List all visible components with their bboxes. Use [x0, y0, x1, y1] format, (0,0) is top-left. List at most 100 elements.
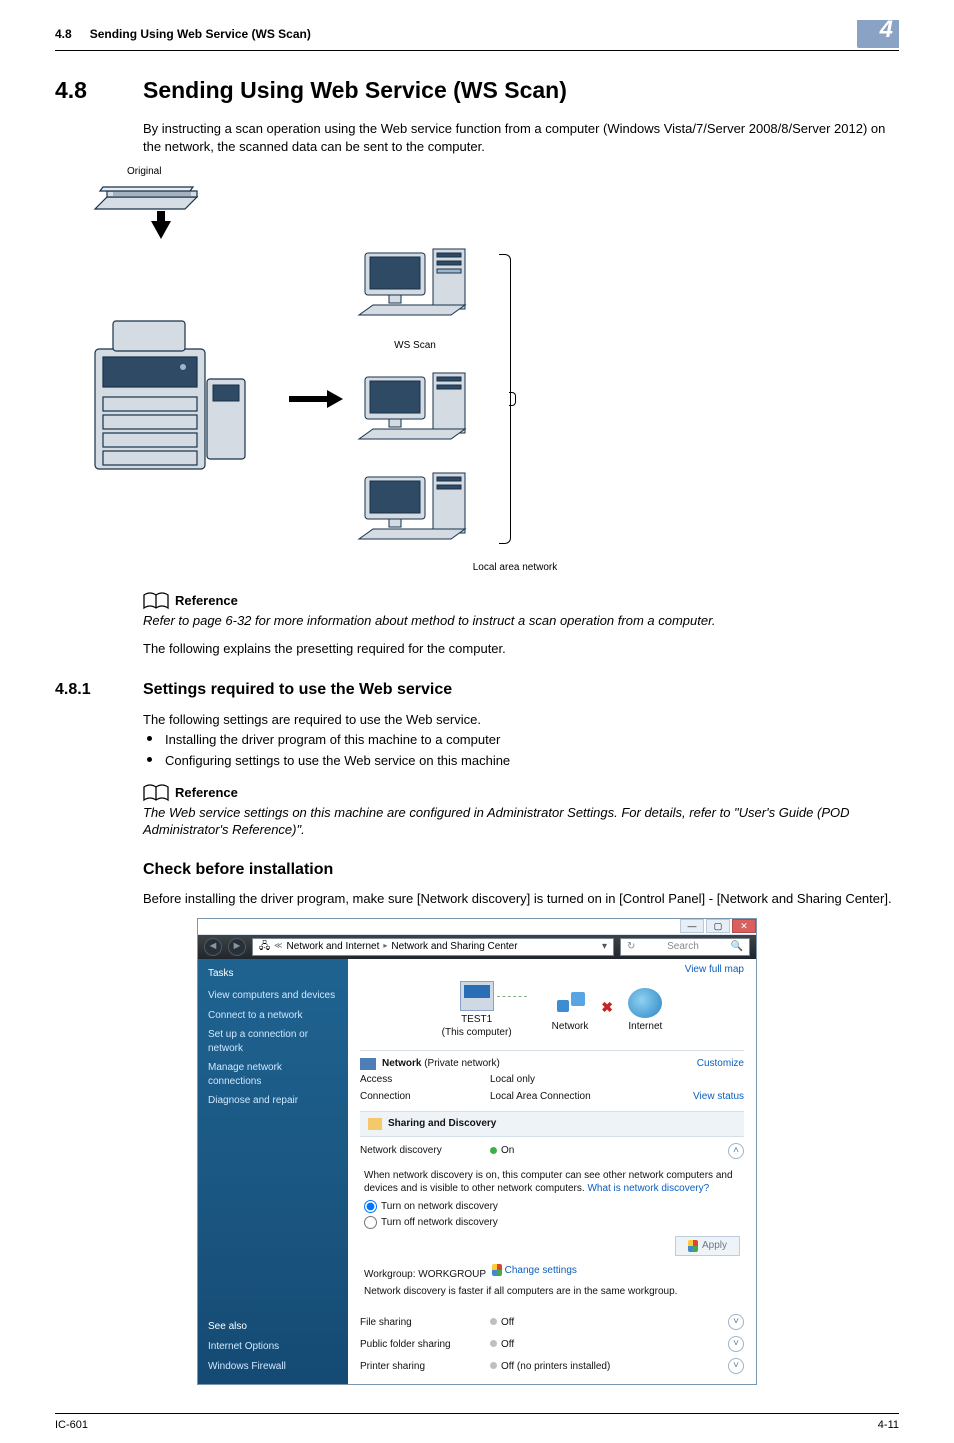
curly-brace-icon — [499, 254, 511, 544]
section-number: 4.8 — [55, 75, 143, 106]
row-value: Off (no printers installed) — [501, 1361, 610, 1372]
search-input[interactable]: ↻ Search 🔍 — [620, 938, 750, 956]
workgroup-text: Workgroup: WORKGROUP — [364, 1268, 486, 1279]
network-discovery-row: Network discovery On ˄ — [360, 1143, 744, 1159]
breadcrumb[interactable]: 🖧 ≪ Network and Internet ▸ Network and S… — [252, 938, 614, 956]
nav-forward-button[interactable]: ► — [228, 938, 246, 956]
internet-icon — [628, 988, 662, 1018]
sidebar-link[interactable]: Connect to a network — [208, 1009, 338, 1023]
footer-right: 4-11 — [878, 1418, 899, 1433]
see-also-heading: See also — [208, 1320, 338, 1334]
change-settings-link[interactable]: Change settings — [492, 1264, 577, 1278]
reference-label: Reference — [175, 592, 238, 610]
chapter-tab: 4 — [857, 20, 899, 48]
radio-on-input[interactable] — [364, 1200, 377, 1213]
connection-value: Local Area Connection — [490, 1090, 591, 1104]
sidebar-link[interactable]: Internet Options — [208, 1340, 338, 1354]
reference-followup: The following explains the presetting re… — [143, 640, 899, 658]
row-value: Off — [501, 1317, 514, 1328]
maximize-button[interactable]: ▢ — [706, 919, 730, 933]
sidebar-link[interactable]: Manage network connections — [208, 1061, 338, 1088]
divider — [360, 1050, 744, 1051]
shield-icon — [688, 1240, 698, 1252]
discovery-key: Network discovery — [360, 1144, 490, 1158]
network-sharing-center-window: ― ▢ ✕ ◄ ► 🖧 ≪ Network and Internet ▸ Net… — [197, 918, 757, 1386]
internet-label: Internet — [628, 1020, 662, 1034]
network-heading-row: Network (Private network) Customize — [360, 1057, 744, 1071]
open-book-icon — [143, 592, 169, 610]
tasks-heading: Tasks — [208, 967, 338, 981]
row-value: Off — [501, 1339, 514, 1350]
sidebar-link[interactable]: View computers and devices — [208, 989, 338, 1003]
radio-turn-on[interactable]: Turn on network discovery — [364, 1200, 740, 1214]
what-is-discovery-link[interactable]: What is network discovery? — [587, 1183, 709, 1194]
chevron-right-icon: ≪ — [274, 941, 282, 952]
workflow-diagram: Original — [85, 165, 899, 574]
status-off-icon — [490, 1340, 497, 1347]
radio-off-label: Turn off network discovery — [381, 1218, 498, 1229]
network-label: Network — [552, 1020, 589, 1034]
open-book-icon — [143, 784, 169, 802]
subsection-lead: The following settings are required to u… — [143, 711, 899, 729]
printer-sharing-row: Printer sharing Off (no printers install… — [360, 1358, 744, 1374]
sharing-discovery-panel: Sharing and Discovery — [360, 1111, 744, 1137]
arrow-right-icon — [327, 390, 343, 408]
view-full-map-link[interactable]: View full map — [685, 963, 744, 977]
local-area-label: Local area network — [435, 561, 595, 575]
radio-on-label: Turn on network discovery — [381, 1201, 498, 1212]
ws-scan-label: WS Scan — [355, 339, 475, 353]
expand-button[interactable]: ˅ — [728, 1358, 744, 1374]
reference-heading: Reference — [143, 784, 899, 802]
reference-heading: Reference — [143, 592, 899, 610]
view-status-link[interactable]: View status — [693, 1090, 744, 1104]
minimize-button[interactable]: ― — [680, 919, 704, 933]
network-small-icon — [360, 1058, 376, 1070]
check-paragraph: Before installing the driver program, ma… — [143, 890, 899, 908]
section-title-text: Sending Using Web Service (WS Scan) — [143, 77, 567, 103]
discovery-description: When network discovery is on, this compu… — [360, 1165, 744, 1309]
page-footer: IC-601 4-11 — [55, 1413, 899, 1433]
apply-button[interactable]: Apply — [675, 1236, 740, 1256]
computer-icon — [355, 245, 475, 329]
original-label: Original — [127, 165, 899, 179]
discovery-status: On — [501, 1145, 514, 1156]
network-map: TEST1 (This computer) ✖ Network Internet — [360, 981, 744, 1040]
radio-off-input[interactable] — [364, 1216, 377, 1229]
header-section-number: 4.8 — [55, 26, 72, 42]
close-button[interactable]: ✕ — [732, 919, 756, 933]
bullet-list: Installing the driver program of this ma… — [143, 731, 899, 769]
workgroup-line: Workgroup: WORKGROUP Change settings — [364, 1264, 740, 1281]
panel-title: Sharing and Discovery — [388, 1117, 496, 1131]
search-icon: 🔍 — [731, 940, 743, 954]
dropdown-arrow-icon[interactable]: ▾ — [602, 940, 607, 954]
customize-link[interactable]: Customize — [697, 1057, 744, 1071]
computer-sublabel: (This computer) — [442, 1026, 512, 1040]
reference-label: Reference — [175, 784, 238, 802]
status-on-icon — [490, 1147, 497, 1154]
computer-icon — [355, 469, 475, 553]
computer-name: TEST1 — [442, 1013, 512, 1027]
nav-icon: 🖧 — [259, 940, 270, 954]
collapse-button[interactable]: ˄ — [728, 1143, 744, 1159]
sidebar-link[interactable]: Set up a connection or network — [208, 1028, 338, 1055]
breadcrumb-segment[interactable]: Network and Sharing Center — [391, 940, 517, 954]
reference-text: The Web service settings on this machine… — [143, 804, 899, 839]
navigation-bar: ◄ ► 🖧 ≪ Network and Internet ▸ Network a… — [198, 935, 756, 959]
sidebar-link[interactable]: Diagnose and repair — [208, 1094, 338, 1108]
computer-stack: WS Scan — [355, 245, 475, 553]
access-value: Local only — [490, 1073, 535, 1087]
refresh-icon[interactable]: ↻ — [627, 940, 635, 954]
radio-turn-off[interactable]: Turn off network discovery — [364, 1216, 740, 1230]
subsection-number: 4.8.1 — [55, 679, 143, 701]
tasks-sidebar: Tasks View computers and devices Connect… — [198, 959, 348, 1385]
this-computer-icon — [460, 981, 494, 1011]
breadcrumb-segment[interactable]: Network and Internet — [287, 940, 380, 954]
expand-button[interactable]: ˅ — [728, 1314, 744, 1330]
document-feeder-icon — [85, 179, 205, 219]
shield-icon — [492, 1264, 502, 1276]
nav-back-button[interactable]: ◄ — [204, 938, 222, 956]
subsection-title: Settings required to use the Web service — [143, 681, 452, 698]
header-title: Sending Using Web Service (WS Scan) — [90, 26, 857, 42]
sidebar-link[interactable]: Windows Firewall — [208, 1360, 338, 1374]
intro-paragraph: By instructing a scan operation using th… — [143, 120, 899, 155]
